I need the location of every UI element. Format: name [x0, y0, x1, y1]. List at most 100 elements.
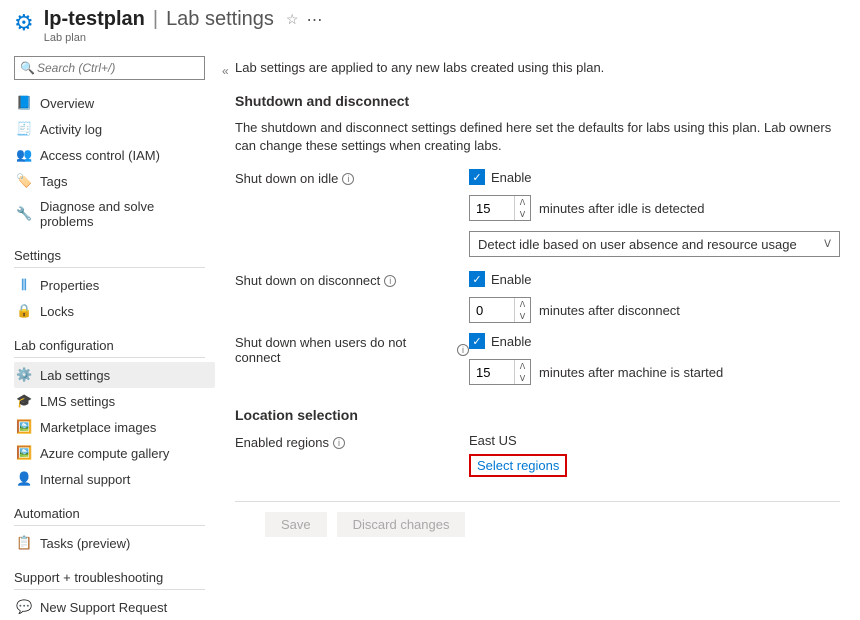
resource-type: Lab plan	[44, 32, 860, 44]
sidebar-item-internal-support[interactable]: 👤 Internal support	[14, 466, 215, 492]
nav-divider	[14, 525, 205, 526]
chevron-up-icon[interactable]: ᐱ	[515, 298, 530, 310]
sidebar-item-tasks[interactable]: 📋 Tasks (preview)	[14, 530, 215, 556]
nav-divider	[14, 357, 205, 358]
chevron-down-icon[interactable]: ᐯ	[515, 310, 530, 322]
collapse-sidebar-icon[interactable]: «	[222, 64, 229, 78]
activity-log-icon: 🧾	[16, 121, 32, 137]
nav-section-title: Settings	[14, 248, 215, 263]
shutdown-desc: The shutdown and disconnect settings def…	[235, 119, 840, 155]
sidebar-item-label: Activity log	[40, 122, 207, 137]
sidebar-item-diagnose[interactable]: 🔧 Diagnose and solve problems	[14, 194, 215, 234]
resource-name: lp-testplan	[44, 8, 145, 31]
chevron-down-icon[interactable]: ᐯ	[515, 208, 530, 220]
nav-divider	[14, 589, 205, 590]
sidebar-item-access-control[interactable]: 👥 Access control (IAM)	[14, 142, 215, 168]
sidebar-item-activity-log[interactable]: 🧾 Activity log	[14, 116, 215, 142]
info-icon[interactable]: i	[342, 173, 354, 185]
idle-minutes-input[interactable]	[470, 196, 514, 220]
sidebar-item-label: Internal support	[40, 472, 207, 487]
intro-text: Lab settings are applied to any new labs…	[235, 60, 840, 75]
disconnect-label: Shut down on disconnect	[235, 273, 380, 288]
page-title: Lab settings	[166, 8, 274, 31]
sidebar-item-lms-settings[interactable]: 🎓 LMS settings	[14, 388, 215, 414]
chevron-up-icon[interactable]: ᐱ	[515, 196, 530, 208]
chevron-down-icon: ᐯ	[824, 239, 831, 250]
sidebar-item-properties[interactable]: ⫼ Properties	[14, 272, 215, 298]
nav-section-title: Automation	[14, 506, 215, 521]
idle-enable-label: Enable	[491, 170, 531, 185]
main-content: Lab settings are applied to any new labs…	[215, 50, 860, 620]
idle-enable-checkbox[interactable]: ✓	[469, 169, 485, 185]
footer-divider	[235, 501, 840, 502]
more-icon[interactable]: ⋯	[306, 10, 322, 30]
sidebar-item-label: Lab settings	[40, 368, 207, 383]
nav-section-title: Lab configuration	[14, 338, 215, 353]
locks-icon: 🔒	[16, 303, 32, 319]
location-heading: Location selection	[235, 407, 840, 423]
info-icon[interactable]: i	[333, 437, 345, 449]
idle-hint: minutes after idle is detected	[539, 201, 704, 216]
discard-button[interactable]: Discard changes	[337, 512, 466, 537]
search-input[interactable]	[14, 56, 205, 80]
sidebar: 🔍 📘 Overview 🧾 Activity log 👥 Access control …	[0, 50, 215, 620]
sidebar-item-azure-compute-gallery[interactable]: 🖼️ Azure compute gallery	[14, 440, 215, 466]
disconnect-enable-label: Enable	[491, 272, 531, 287]
search-icon: 🔍	[20, 61, 35, 75]
select-regions-link[interactable]: Select regions	[469, 454, 567, 477]
sidebar-item-locks[interactable]: 🔒Locks	[14, 298, 215, 324]
sidebar-item-label: Marketplace images	[40, 420, 207, 435]
overview-icon: 📘	[16, 95, 32, 111]
sidebar-item-label: Tags	[40, 174, 207, 189]
noconnect-label: Shut down when users do not connect	[235, 335, 453, 365]
title-separator: |	[153, 8, 158, 31]
sidebar-item-tags[interactable]: 🏷️ Tags	[14, 168, 215, 194]
sidebar-item-label: Properties	[40, 278, 207, 293]
sidebar-item-label: LMS settings	[40, 394, 207, 409]
nav-section-title: Support + troubleshooting	[14, 570, 215, 585]
sidebar-item-label: Diagnose and solve problems	[40, 199, 207, 229]
disconnect-hint: minutes after disconnect	[539, 303, 680, 318]
regions-label: Enabled regions	[235, 435, 329, 450]
sidebar-item-label: Tasks (preview)	[40, 536, 207, 551]
tags-icon: 🏷️	[16, 173, 32, 189]
save-button[interactable]: Save	[265, 512, 327, 537]
sidebar-item-label: Azure compute gallery	[40, 446, 207, 461]
info-icon[interactable]: i	[457, 344, 469, 356]
nav-divider	[14, 267, 205, 268]
info-icon[interactable]: i	[384, 275, 396, 287]
properties-icon: ⫼	[16, 277, 32, 293]
chevron-up-icon[interactable]: ᐱ	[515, 360, 530, 372]
sidebar-item-overview[interactable]: 📘 Overview	[14, 90, 215, 116]
azure-compute-gallery-icon: 🖼️	[16, 445, 32, 461]
page-header: ⚙ lp-testplan | Lab settings ☆ ⋯ Lab pla…	[0, 0, 860, 50]
noconnect-minutes-input[interactable]	[470, 360, 514, 384]
sidebar-item-marketplace-images[interactable]: 🖼️ Marketplace images	[14, 414, 215, 440]
lab-settings-icon: ⚙️	[16, 367, 32, 383]
noconnect-minutes-stepper[interactable]: ᐱᐯ	[469, 359, 531, 385]
access-control-icon: 👥	[16, 147, 32, 163]
idle-detect-value: Detect idle based on user absence and re…	[478, 237, 797, 252]
sidebar-item-label: New Support Request	[40, 600, 207, 615]
noconnect-hint: minutes after machine is started	[539, 365, 723, 380]
sidebar-item-label: Overview	[40, 96, 207, 111]
sidebar-item-new-support-request[interactable]: 💬 New Support Request	[14, 594, 215, 620]
diagnose-icon: 🔧	[16, 206, 32, 222]
favorite-icon[interactable]: ☆	[286, 11, 299, 28]
idle-detect-select[interactable]: Detect idle based on user absence and re…	[469, 231, 840, 257]
sidebar-item-label: Access control (IAM)	[40, 148, 207, 163]
sidebar-item-lab-settings[interactable]: ⚙️ Lab settings	[14, 362, 215, 388]
disconnect-enable-checkbox[interactable]: ✓	[469, 271, 485, 287]
tasks-icon: 📋	[16, 535, 32, 551]
idle-minutes-stepper[interactable]: ᐱᐯ	[469, 195, 531, 221]
disconnect-minutes-input[interactable]	[470, 298, 514, 322]
gear-icon: ⚙	[14, 10, 34, 36]
chevron-down-icon[interactable]: ᐯ	[515, 372, 530, 384]
noconnect-enable-checkbox[interactable]: ✓	[469, 333, 485, 349]
new-support-request-icon: 💬	[16, 599, 32, 615]
internal-support-icon: 👤	[16, 471, 32, 487]
lms-settings-icon: 🎓	[16, 393, 32, 409]
shutdown-heading: Shutdown and disconnect	[235, 93, 840, 109]
disconnect-minutes-stepper[interactable]: ᐱᐯ	[469, 297, 531, 323]
marketplace-images-icon: 🖼️	[16, 419, 32, 435]
